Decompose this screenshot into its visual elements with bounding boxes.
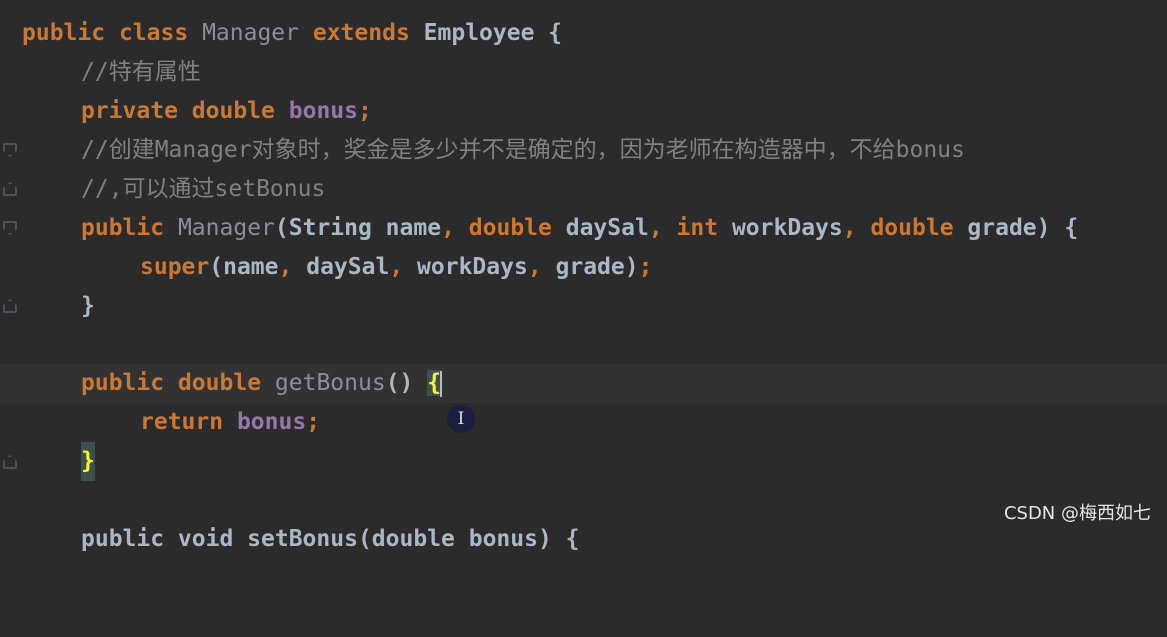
- code-line[interactable]: private double bonus;: [0, 92, 1167, 131]
- text-cursor-icon: I: [447, 405, 475, 433]
- text-caret: [440, 370, 443, 397]
- identifier-token: Employee {: [423, 20, 563, 46]
- matched-brace-token: {: [427, 370, 442, 396]
- identifier-token: grade): [555, 254, 639, 280]
- matched-brace-token: }: [81, 442, 95, 481]
- identifier-token: workDays: [417, 254, 528, 280]
- code-text: super(name, daySal, workDays, grade);: [140, 248, 652, 287]
- code-line[interactable]: return bonus;: [0, 403, 1167, 442]
- code-editor[interactable]: public class Manager extends Employee { …: [0, 0, 1167, 552]
- identifier-token: daySal: [306, 254, 390, 280]
- code-text: public double getBonus() {: [81, 364, 443, 403]
- code-line[interactable]: super(name, daySal, workDays, grade);: [0, 248, 1167, 287]
- code-text: public void setBonus(double bonus) {: [81, 526, 580, 552]
- punctuation-token: ,: [441, 215, 455, 241]
- constructor-token: Manager: [177, 215, 275, 241]
- punctuation-token: ,: [842, 215, 857, 241]
- punctuation-token: ,: [527, 254, 542, 280]
- keyword-token: double: [870, 215, 954, 241]
- comment-token: //特有属性: [81, 59, 201, 85]
- class-name-token: Manager: [202, 20, 299, 46]
- punctuation-token: ,: [278, 254, 293, 280]
- brace-token: }: [81, 293, 95, 319]
- punctuation-token: ,: [648, 215, 663, 241]
- comment-token: //,可以通过setBonus: [81, 176, 326, 202]
- identifier-token: (name: [209, 254, 279, 280]
- keyword-token: double: [468, 215, 552, 241]
- keyword-token: double: [191, 98, 275, 124]
- code-text: public Manager(String name, double daySa…: [81, 209, 1078, 248]
- code-line[interactable]: }: [0, 442, 1167, 481]
- code-line[interactable]: //创建Manager对象时，奖金是多少并不是确定的，因为老师在构造器中，不给b…: [0, 131, 1167, 170]
- code-line[interactable]: public Manager(String name, double daySa…: [0, 209, 1167, 248]
- code-line[interactable]: }: [0, 287, 1167, 326]
- code-line[interactable]: public class Manager extends Employee {: [0, 14, 1167, 53]
- punctuation-token: ;: [638, 254, 653, 280]
- identifier-token: (): [385, 370, 428, 396]
- code-line[interactable]: //特有属性: [0, 53, 1167, 92]
- punctuation-token: ;: [358, 98, 372, 124]
- code-text: public class Manager extends Employee {: [22, 14, 562, 53]
- code-text: private double bonus;: [81, 92, 372, 131]
- identifier-token: grade) {: [967, 215, 1079, 241]
- comment-token: //创建Manager对象时，奖金是多少并不是确定的，因为老师在构造器中，不给b…: [81, 137, 965, 163]
- code-line[interactable]: public void setBonus(double bonus) {: [0, 520, 1167, 559]
- keyword-token: private: [81, 98, 178, 124]
- code-text: return bonus;: [140, 403, 320, 442]
- identifier-token: daySal: [565, 215, 649, 241]
- keyword-token: public: [81, 215, 165, 241]
- identifier-token: workDays: [731, 215, 843, 241]
- keyword-token: return: [140, 409, 224, 435]
- keyword-token: super: [140, 254, 210, 280]
- punctuation-token: ,: [389, 254, 404, 280]
- current-code-line[interactable]: public double getBonus() {: [0, 364, 1167, 403]
- keyword-token: extends: [312, 20, 410, 46]
- keyword-token: double: [177, 370, 262, 396]
- field-token: bonus: [288, 98, 358, 124]
- identifier-token: (String name: [274, 215, 442, 241]
- keyword-token: public: [22, 20, 106, 46]
- keyword-token: public: [81, 370, 165, 396]
- watermark: CSDN @梅西如七: [1003, 503, 1151, 524]
- keyword-token: class: [118, 20, 189, 46]
- method-name-token: getBonus: [274, 370, 386, 396]
- keyword-token: int: [676, 215, 719, 241]
- code-line[interactable]: //,可以通过setBonus: [0, 170, 1167, 209]
- punctuation-token: ;: [306, 409, 321, 435]
- field-token: bonus: [236, 409, 307, 435]
